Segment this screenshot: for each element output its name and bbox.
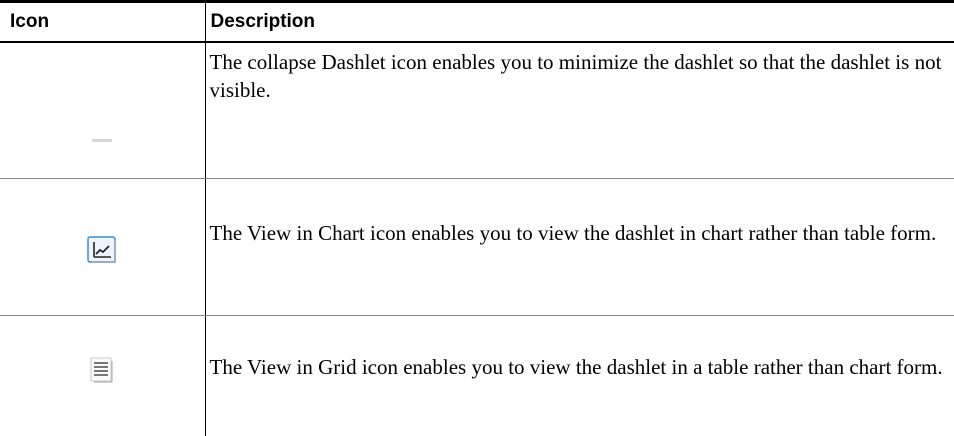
header-description: Description	[204, 0, 954, 43]
description-cell: The View in Grid icon enables you to vie…	[204, 315, 954, 436]
table-row: The collapse Dashlet icon enables you to…	[0, 41, 954, 179]
icon-description-table: Icon Description The collapse Dashlet ic…	[0, 0, 954, 436]
table-row: The View in Grid icon enables you to vie…	[0, 315, 954, 436]
view-in-chart-icon	[87, 235, 116, 263]
icon-cell	[0, 316, 205, 436]
view-in-grid-icon	[90, 357, 113, 383]
table-row: The View in Chart icon enables you to vi…	[0, 178, 954, 316]
header-icon: Icon	[0, 0, 205, 43]
collapse-dashlet-icon	[92, 139, 113, 142]
description-cell: The View in Chart icon enables you to vi…	[204, 178, 954, 316]
icon-cell	[0, 178, 205, 316]
icon-cell	[0, 41, 205, 179]
description-cell: The collapse Dashlet icon enables you to…	[204, 41, 954, 179]
table-header-row: Icon Description	[0, 0, 954, 43]
